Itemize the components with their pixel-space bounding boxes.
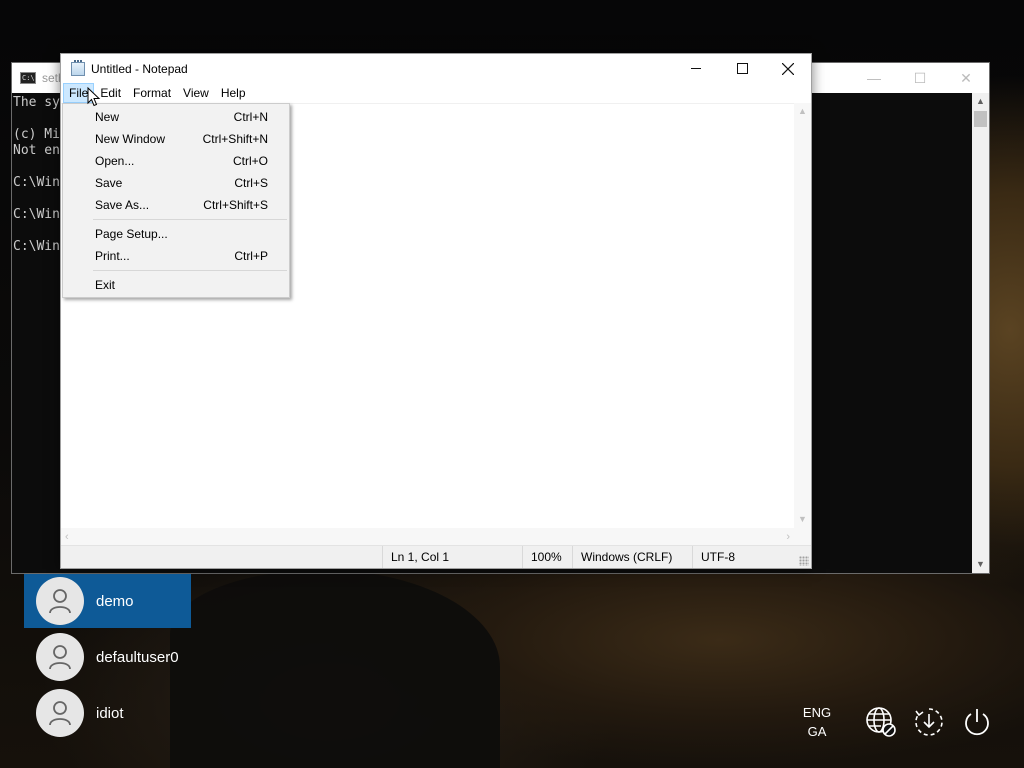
status-cursor-position: Ln 1, Col 1 xyxy=(382,546,522,568)
menu-item-label: New Window xyxy=(95,132,166,146)
scroll-down-icon[interactable]: ▼ xyxy=(794,511,811,528)
power-icon[interactable] xyxy=(960,705,994,739)
scroll-up-icon[interactable]: ▲ xyxy=(794,103,811,120)
menu-item-shortcut: Ctrl+P xyxy=(234,249,268,263)
notepad-maximize-button[interactable] xyxy=(719,54,765,83)
menu-item-label: Save As... xyxy=(95,198,150,212)
menu-separator xyxy=(93,219,287,220)
user-tile-idiot[interactable]: idiot xyxy=(24,686,191,740)
file-menu-dropdown: New Ctrl+N New Window Ctrl+Shift+N Open.… xyxy=(62,103,290,298)
file-menu-save[interactable]: Save Ctrl+S xyxy=(63,172,289,194)
notepad-close-button[interactable] xyxy=(765,54,811,83)
accessibility-icon[interactable] xyxy=(912,705,946,739)
user-tile-demo[interactable]: demo xyxy=(24,574,191,628)
cmd-maximize-button[interactable]: ☐ xyxy=(897,63,943,93)
maximize-icon xyxy=(736,63,748,74)
menu-item-label: Open... xyxy=(95,154,135,168)
status-line-ending: Windows (CRLF) xyxy=(572,546,692,568)
user-tile-defaultuser0[interactable]: defaultuser0 xyxy=(24,630,191,684)
notepad-status-bar: Ln 1, Col 1 100% Windows (CRLF) UTF-8 xyxy=(61,545,811,568)
user-name: defaultuser0 xyxy=(96,648,179,666)
cmd-close-button[interactable]: ✕ xyxy=(943,63,989,93)
status-encoding: UTF-8 xyxy=(692,546,792,568)
menu-separator xyxy=(93,270,287,271)
wallpaper-rock xyxy=(170,570,500,768)
user-avatar-icon xyxy=(36,577,84,625)
menu-item-label: Page Setup... xyxy=(95,227,168,241)
language-code: ENG xyxy=(802,705,832,720)
cmd-app-icon: C:\ xyxy=(20,72,36,84)
keyboard-layout-code: GA xyxy=(807,724,827,739)
close-icon xyxy=(782,62,794,75)
notepad-minimize-button[interactable] xyxy=(673,54,719,83)
lock-screen-tray: ENG GA xyxy=(802,702,994,742)
lock-screen-user-list: demo defaultuser0 idiot xyxy=(24,574,191,742)
menu-item-shortcut: Ctrl+Shift+S xyxy=(203,198,268,212)
notepad-window-title: Untitled - Notepad xyxy=(91,61,188,76)
file-menu-new-window[interactable]: New Window Ctrl+Shift+N xyxy=(63,128,289,150)
menu-item-shortcut: Ctrl+Shift+N xyxy=(202,132,268,146)
cmd-scroll-up-icon[interactable]: ▲ xyxy=(972,93,989,110)
notepad-vertical-scrollbar[interactable]: ▲ ▼ xyxy=(794,103,811,528)
status-zoom: 100% xyxy=(522,546,572,568)
user-avatar-icon xyxy=(36,689,84,737)
menu-item-label: Exit xyxy=(95,278,116,292)
menu-item-label: Save xyxy=(95,176,123,190)
notepad-menubar: File Edit Format View Help xyxy=(61,83,811,103)
file-menu-exit[interactable]: Exit xyxy=(63,274,289,296)
scrollbar-corner xyxy=(794,528,811,545)
cmd-scroll-down-icon[interactable]: ▼ xyxy=(972,556,989,573)
notepad-horizontal-scrollbar[interactable]: ‹ › xyxy=(61,528,794,545)
user-avatar-icon xyxy=(36,633,84,681)
network-icon[interactable] xyxy=(864,705,898,739)
user-name: demo xyxy=(96,592,134,610)
scroll-right-icon[interactable]: › xyxy=(786,531,790,543)
file-menu-save-as[interactable]: Save As... Ctrl+Shift+S xyxy=(63,194,289,216)
menu-item-shortcut: Ctrl+O xyxy=(232,154,268,168)
menu-format[interactable]: Format xyxy=(127,83,177,103)
file-menu-new[interactable]: New Ctrl+N xyxy=(63,106,289,128)
file-menu-open[interactable]: Open... Ctrl+O xyxy=(63,150,289,172)
user-name: idiot xyxy=(96,704,124,722)
cmd-vertical-scrollbar[interactable]: ▲ ▼ xyxy=(972,93,989,573)
minimize-icon xyxy=(691,68,701,69)
cmd-minimize-button[interactable]: — xyxy=(851,63,897,93)
menu-view[interactable]: View xyxy=(177,83,215,103)
menu-item-label: Print... xyxy=(95,249,130,263)
menu-help[interactable]: Help xyxy=(215,83,252,103)
menu-item-shortcut: Ctrl+S xyxy=(234,176,268,190)
input-language-switcher[interactable]: ENG GA xyxy=(802,703,832,741)
mouse-pointer-icon xyxy=(87,87,101,107)
cmd-scroll-thumb[interactable] xyxy=(974,111,987,127)
menu-item-shortcut: Ctrl+N xyxy=(233,110,268,124)
file-menu-page-setup[interactable]: Page Setup... xyxy=(63,223,289,245)
file-menu-print[interactable]: Print... Ctrl+P xyxy=(63,245,289,267)
menu-item-label: New xyxy=(95,110,120,124)
notepad-app-icon xyxy=(71,59,85,76)
notepad-titlebar[interactable]: Untitled - Notepad xyxy=(61,54,811,83)
scroll-left-icon[interactable]: ‹ xyxy=(65,531,69,543)
resize-grip-icon[interactable] xyxy=(799,556,809,566)
